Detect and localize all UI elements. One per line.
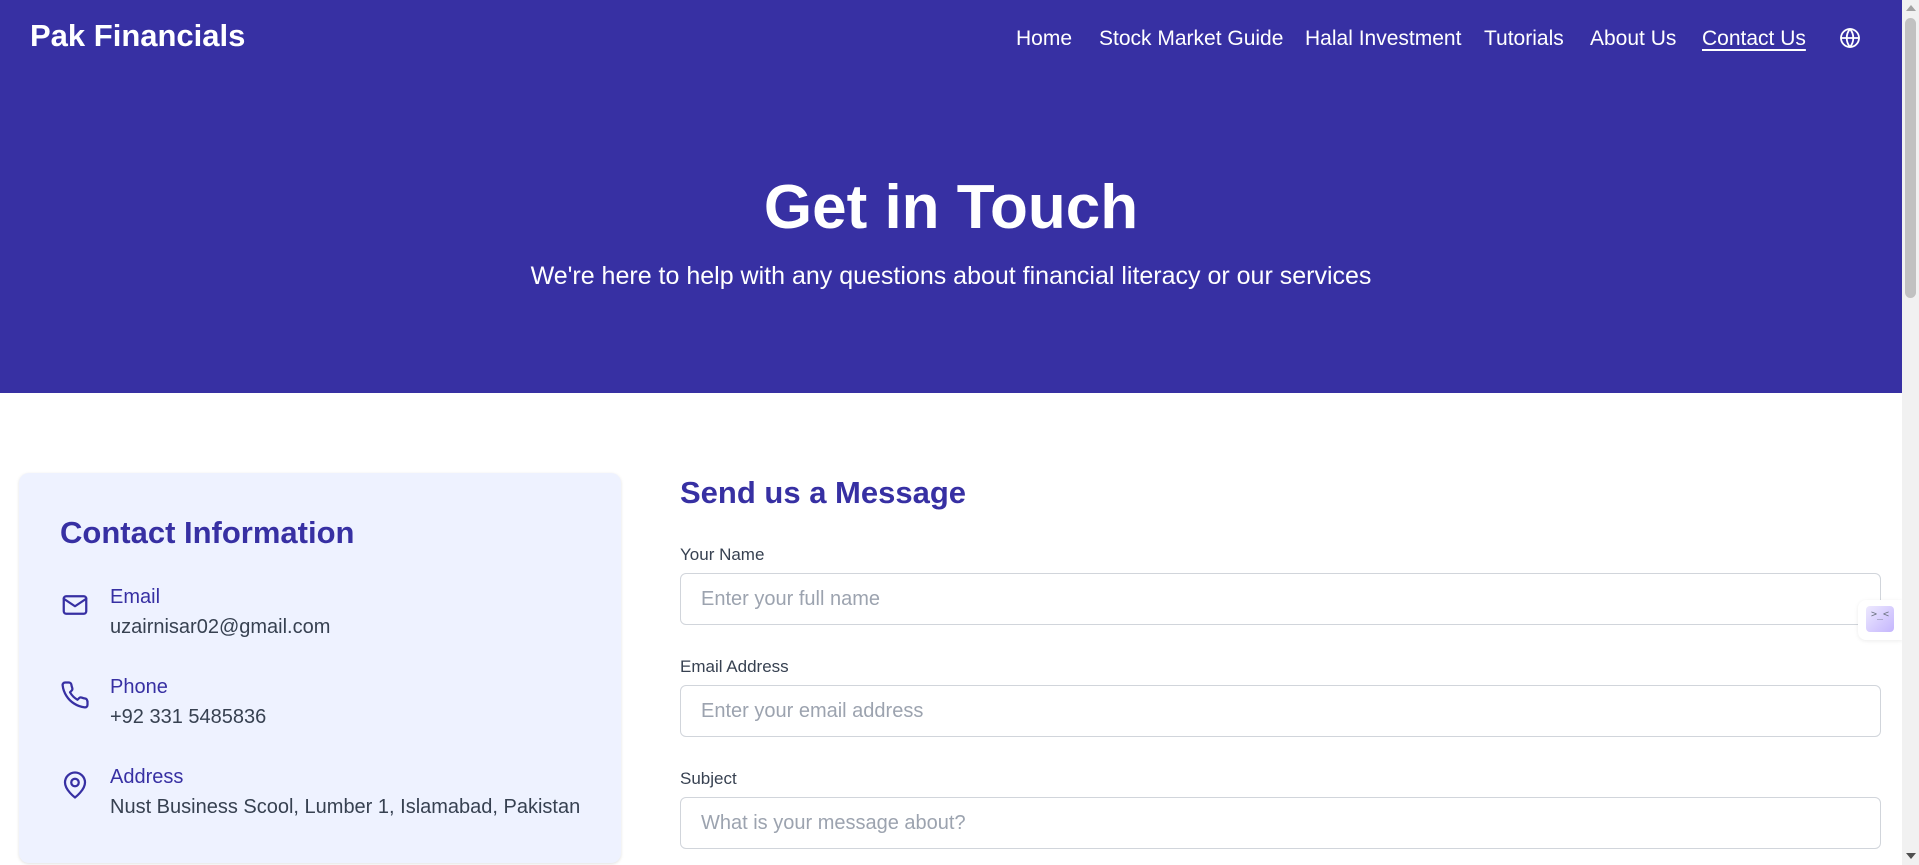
phone-label: Phone — [110, 676, 168, 698]
name-field-label: Your Name — [680, 545, 765, 564]
phone-value[interactable]: +92 331 5485836 — [110, 706, 266, 729]
scroll-up-arrow-icon[interactable] — [1906, 5, 1916, 11]
mail-icon — [60, 590, 90, 620]
scroll-down-arrow-icon[interactable] — [1906, 853, 1916, 859]
widget-face-icon: >_< — [1866, 606, 1894, 632]
globe-icon[interactable] — [1838, 26, 1862, 50]
email-value[interactable]: uzairnisar02@gmail.com — [110, 616, 330, 639]
side-widget-button[interactable]: >_< — [1858, 600, 1902, 640]
subject-field-label: Subject — [680, 769, 737, 788]
email-label: Email — [110, 586, 161, 608]
nav-contact-us[interactable]: Contact Us — [1702, 27, 1806, 51]
email-input[interactable] — [680, 685, 1881, 737]
address-value: Nust Business Scool, Lumber 1, Islamabad… — [110, 796, 581, 818]
nav-home[interactable]: Home — [1016, 27, 1072, 51]
nav-about-us[interactable]: About Us — [1590, 27, 1676, 51]
email-field-label: Email Address — [680, 657, 789, 676]
page: Pak Financials Home Stock Market Guide H… — [0, 0, 1902, 865]
map-pin-icon — [60, 770, 90, 800]
name-input[interactable] — [680, 573, 1881, 625]
vertical-scrollbar[interactable] — [1902, 0, 1919, 865]
nav-halal-investment[interactable]: Halal Investment — [1305, 27, 1461, 51]
contact-phone-item: Phone +92 331 5485836 — [60, 676, 600, 736]
contact-email-item: Email uzairnisar02@gmail.com — [60, 586, 600, 646]
subject-input[interactable] — [680, 797, 1881, 849]
contact-info-card: Contact Information Email uzairnisar02@g… — [19, 473, 621, 863]
hero-banner: Pak Financials Home Stock Market Guide H… — [0, 0, 1902, 393]
phone-icon — [60, 680, 90, 710]
scroll-thumb[interactable] — [1905, 18, 1916, 298]
hero-subtitle: We're here to help with any questions ab… — [530, 262, 1372, 290]
contact-info-title: Contact Information — [60, 515, 355, 550]
contact-address-item: Address Nust Business Scool, Lumber 1, I… — [60, 766, 600, 826]
form-title: Send us a Message — [680, 475, 967, 510]
address-label: Address — [110, 766, 184, 788]
brand-logo[interactable]: Pak Financials — [30, 18, 245, 54]
nav-stock-market-guide[interactable]: Stock Market Guide — [1099, 27, 1283, 51]
nav-tutorials[interactable]: Tutorials — [1484, 27, 1564, 51]
hero-title: Get in Touch — [763, 173, 1139, 242]
